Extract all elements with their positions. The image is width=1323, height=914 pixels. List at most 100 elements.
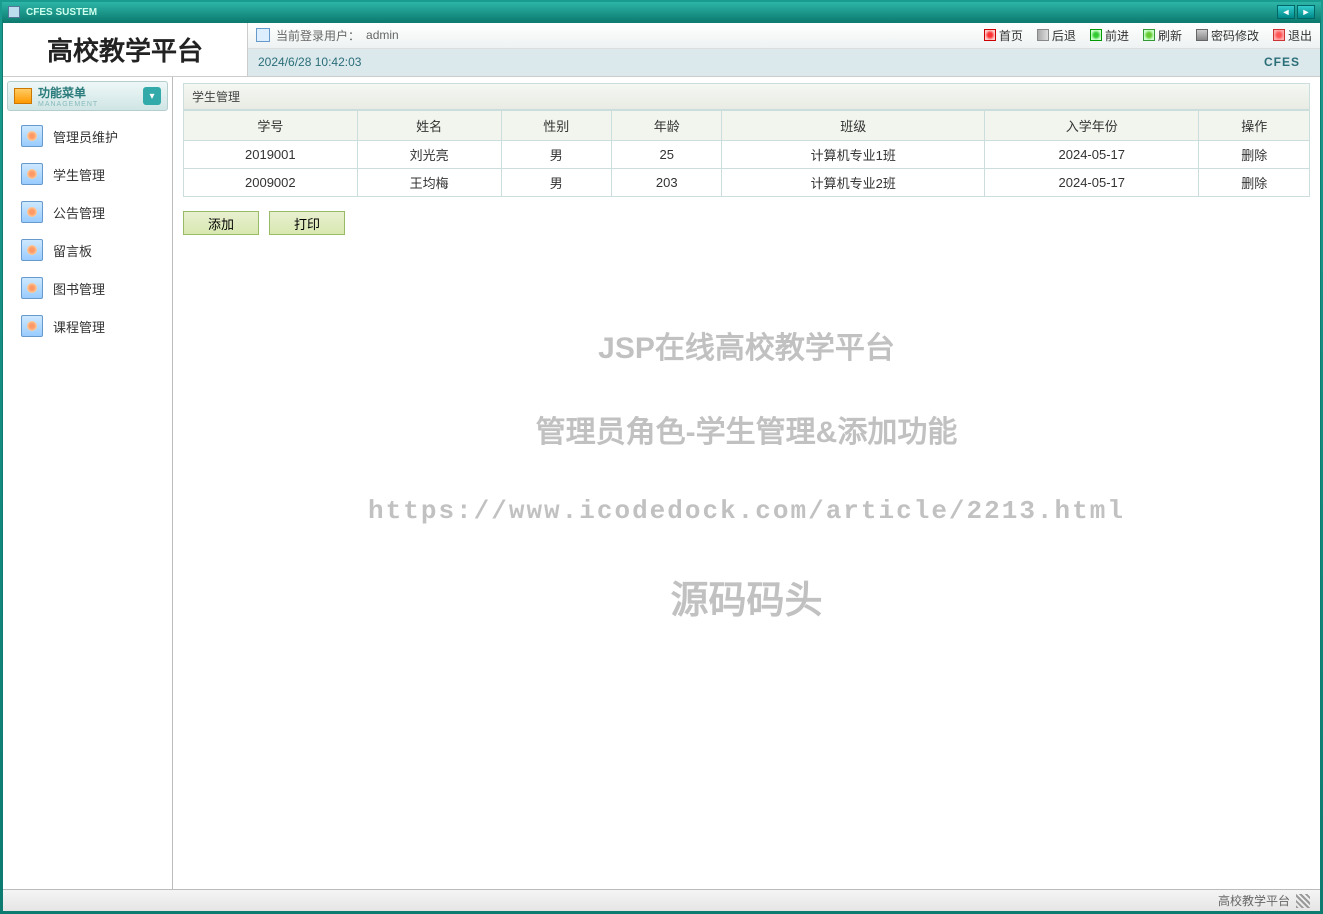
login-user: admin <box>366 28 399 42</box>
delete-link[interactable]: 删除 <box>1241 176 1267 191</box>
back-icon <box>1037 29 1049 41</box>
button-row: 添加 打印 <box>183 211 1310 235</box>
watermark-line4: 源码码头 <box>173 548 1320 654</box>
sidebar: 功能菜单 MANAGEMENT ▾ 管理员维护 学生管理 公告管理 留言板 图书… <box>3 77 173 889</box>
table-header-row: 学号 姓名 性别 年龄 班级 入学年份 操作 <box>184 111 1310 141</box>
col-id: 学号 <box>184 111 358 141</box>
cell-name: 王均梅 <box>357 169 501 197</box>
refresh-button[interactable]: 刷新 <box>1143 27 1182 44</box>
refresh-label: 刷新 <box>1158 27 1182 44</box>
watermark: JSP在线高校教学平台 管理员角色-学生管理&添加功能 https://www.… <box>173 307 1320 654</box>
sidebar-item-admin[interactable]: 管理员维护 <box>7 117 168 155</box>
user-icon <box>21 163 43 185</box>
resize-grip-icon[interactable] <box>1296 894 1310 908</box>
col-class: 班级 <box>722 111 985 141</box>
cell-id: 2009002 <box>184 169 358 197</box>
cell-age: 203 <box>612 169 722 197</box>
back-label: 后退 <box>1052 27 1076 44</box>
panel-title: 学生管理 <box>183 83 1310 110</box>
sidebar-item-message[interactable]: 留言板 <box>7 231 168 269</box>
home-label: 首页 <box>999 27 1023 44</box>
window-frame: CFES SUSTEM ◄ ► 高校教学平台 当前登录用户： admin 首页 … <box>0 0 1323 914</box>
exit-label: 退出 <box>1288 27 1312 44</box>
app-icon <box>8 6 20 18</box>
user-icon <box>21 277 43 299</box>
user-icon <box>21 201 43 223</box>
content-area: 学生管理 学号 姓名 性别 年龄 班级 入学年份 操作 <box>173 77 1320 889</box>
refresh-icon <box>1143 29 1155 41</box>
add-button[interactable]: 添加 <box>183 211 259 235</box>
forward-label: 前进 <box>1105 27 1129 44</box>
sidebar-item-notice[interactable]: 公告管理 <box>7 193 168 231</box>
student-table: 学号 姓名 性别 年龄 班级 入学年份 操作 2019001 刘光亮 <box>183 110 1310 197</box>
menu-header-icon <box>14 88 32 104</box>
home-icon <box>984 29 996 41</box>
toolbar-top: 当前登录用户： admin 首页 后退 前进 刷新 密码修改 退出 <box>248 23 1320 49</box>
col-gender: 性别 <box>501 111 611 141</box>
menu-title-wrap: 功能菜单 MANAGEMENT <box>38 84 98 108</box>
print-button[interactable]: 打印 <box>269 211 345 235</box>
watermark-line2: 管理员角色-学生管理&添加功能 <box>173 391 1320 475</box>
cell-gender: 男 <box>501 141 611 169</box>
window-title: CFES SUSTEM <box>26 7 97 18</box>
sidebar-item-student[interactable]: 学生管理 <box>7 155 168 193</box>
delete-link[interactable]: 删除 <box>1241 148 1267 163</box>
menu-subtitle: MANAGEMENT <box>38 101 98 108</box>
cell-year: 2024-05-17 <box>985 141 1199 169</box>
cell-age: 25 <box>612 141 722 169</box>
window-controls: ◄ ► <box>1277 5 1315 19</box>
col-year: 入学年份 <box>985 111 1199 141</box>
sidebar-item-label: 课程管理 <box>53 317 105 336</box>
cell-year: 2024-05-17 <box>985 169 1199 197</box>
header-row: 高校教学平台 当前登录用户： admin 首页 后退 前进 刷新 密码修改 退出 <box>3 23 1320 77</box>
status-bar: 高校教学平台 <box>3 889 1320 911</box>
home-button[interactable]: 首页 <box>984 27 1023 44</box>
login-info: 当前登录用户： admin <box>256 27 399 44</box>
header-right: 当前登录用户： admin 首页 后退 前进 刷新 密码修改 退出 2024/6… <box>247 23 1320 76</box>
brand-label: CFES <box>1264 55 1310 69</box>
forward-button[interactable]: 前进 <box>1090 27 1129 44</box>
password-label: 密码修改 <box>1211 27 1259 44</box>
user-icon <box>21 315 43 337</box>
login-prefix: 当前登录用户： <box>276 27 360 44</box>
user-icon <box>21 125 43 147</box>
sidebar-item-label: 管理员维护 <box>53 127 118 146</box>
table-row: 2009002 王均梅 男 203 计算机专业2班 2024-05-17 删除 <box>184 169 1310 197</box>
cell-gender: 男 <box>501 169 611 197</box>
watermark-line1: JSP在线高校教学平台 <box>173 307 1320 391</box>
menu-collapse-button[interactable]: ▾ <box>143 87 161 105</box>
window-title-bar: CFES SUSTEM ◄ ► <box>2 2 1321 22</box>
app-body: 高校教学平台 当前登录用户： admin 首页 后退 前进 刷新 密码修改 退出 <box>2 22 1321 912</box>
sidebar-item-label: 图书管理 <box>53 279 105 298</box>
sidebar-item-label: 公告管理 <box>53 203 105 222</box>
sidebar-item-book[interactable]: 图书管理 <box>7 269 168 307</box>
window-next-button[interactable]: ► <box>1297 5 1315 19</box>
exit-button[interactable]: 退出 <box>1273 27 1312 44</box>
datetime: 2024/6/28 10:42:03 <box>258 55 361 69</box>
user-icon <box>21 239 43 261</box>
watermark-url: https://www.icodedock.com/article/2213.h… <box>173 475 1320 548</box>
password-button[interactable]: 密码修改 <box>1196 27 1259 44</box>
menu-title: 功能菜单 <box>38 84 98 101</box>
col-age: 年龄 <box>612 111 722 141</box>
back-button[interactable]: 后退 <box>1037 27 1076 44</box>
toolbar-bottom: 2024/6/28 10:42:03 CFES <box>248 49 1320 76</box>
cell-class: 计算机专业2班 <box>722 169 985 197</box>
logo-text: 高校教学平台 <box>3 23 247 76</box>
toolbar-actions: 首页 后退 前进 刷新 密码修改 退出 <box>984 27 1312 44</box>
status-text: 高校教学平台 <box>1218 892 1290 909</box>
cell-class: 计算机专业1班 <box>722 141 985 169</box>
forward-icon <box>1090 29 1102 41</box>
key-icon <box>1196 29 1208 41</box>
col-name: 姓名 <box>357 111 501 141</box>
sidebar-item-label: 学生管理 <box>53 165 105 184</box>
window-prev-button[interactable]: ◄ <box>1277 5 1295 19</box>
cell-id: 2019001 <box>184 141 358 169</box>
sidebar-item-course[interactable]: 课程管理 <box>7 307 168 345</box>
menu-header: 功能菜单 MANAGEMENT ▾ <box>7 81 168 111</box>
cell-name: 刘光亮 <box>357 141 501 169</box>
exit-icon <box>1273 29 1285 41</box>
col-op: 操作 <box>1199 111 1310 141</box>
main-area: 功能菜单 MANAGEMENT ▾ 管理员维护 学生管理 公告管理 留言板 图书… <box>3 77 1320 889</box>
login-icon <box>256 28 270 42</box>
